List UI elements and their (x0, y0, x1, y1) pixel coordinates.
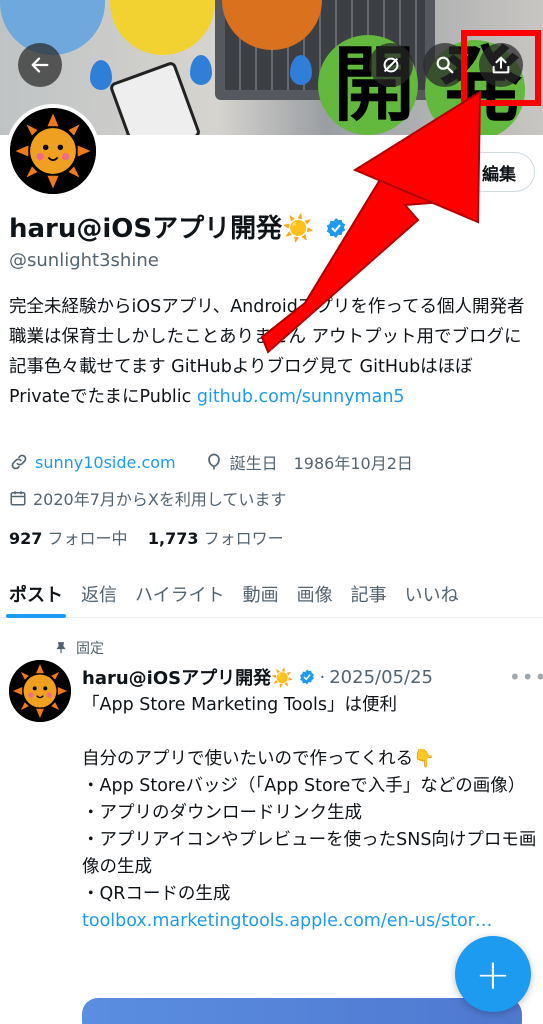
display-name: haru@iOSアプリ開発☀️ (9, 208, 348, 245)
tab-likes[interactable]: いいね (396, 570, 468, 618)
pin-icon (56, 642, 66, 654)
followers-link[interactable]: 1,773 フォロワー (148, 529, 284, 548)
profile-joined-row: 2020年7月からXを利用しています (9, 486, 286, 510)
profile-handle: @sunlight3shine (9, 250, 159, 271)
more-options-icon[interactable]: ••• (509, 665, 543, 689)
verified-badge-icon[interactable] (324, 216, 348, 240)
birthday-text: 誕生日 1986年10月2日 (229, 454, 413, 473)
post-link[interactable]: toolbox.marketingtools.apple.com/en-us/s… (82, 911, 492, 931)
profile-tabs: ポスト 返信 ハイライト 動画 画像 記事 いいね (0, 570, 543, 618)
profile-avatar[interactable] (6, 104, 100, 198)
tab-photos[interactable]: 画像 (288, 570, 342, 618)
verified-badge-icon (299, 669, 314, 685)
post-avatar[interactable] (9, 660, 71, 722)
profile-meta-row: sunny10side.com 誕生日 1986年10月2日 (9, 450, 413, 474)
sun-avatar-icon (9, 660, 71, 722)
tab-highlights[interactable]: ハイライト (126, 570, 234, 618)
pinned-label: 固定 (76, 641, 104, 657)
compose-button[interactable]: + (455, 936, 531, 1012)
tab-articles[interactable]: 記事 (342, 570, 396, 618)
banner-drop (290, 55, 312, 85)
post-author[interactable]: haru@iOSアプリ開発☀️ (82, 664, 294, 690)
bio-link[interactable]: github.com/sunnyman5 (197, 387, 405, 407)
post-body: 「App Store Marketing Tools」は便利 自分のアプリで使い… (82, 695, 537, 904)
grok-icon (383, 57, 399, 73)
banner-drop (90, 60, 112, 90)
search-icon (436, 56, 454, 74)
tab-videos[interactable]: 動画 (234, 570, 288, 618)
grok-button[interactable] (369, 43, 413, 87)
highlight-box (461, 30, 541, 106)
balloon-icon (207, 453, 220, 470)
profile-bio: 完全未経験からiOSアプリ、Androidアプリを作ってる個人開発者 職業は保育… (9, 292, 529, 412)
followers-count: 1,773 (147, 529, 199, 548)
sun-emoji: ☀️ (282, 214, 315, 244)
banner-circle-yellow (110, 0, 215, 55)
edit-profile-button[interactable]: 編集 (463, 152, 535, 192)
following-link[interactable]: 927 フォロー中 (9, 529, 128, 548)
tab-replies[interactable]: 返信 (72, 570, 126, 618)
post-header: haru@iOSアプリ開発☀️ · 2025/05/25 (82, 664, 433, 690)
joined-text: 2020年7月からXを利用しています (33, 490, 287, 509)
post-text: 「App Store Marketing Tools」は便利 自分のアプリで使い… (82, 692, 537, 935)
tab-posts[interactable]: ポスト (0, 570, 72, 618)
sun-avatar-icon (10, 108, 96, 194)
banner-drop (190, 55, 212, 85)
display-name-text: haru@iOSアプリ開発 (9, 214, 283, 244)
following-count: 927 (9, 529, 43, 548)
website-link[interactable]: sunny10side.com (35, 453, 176, 472)
calendar-icon (10, 491, 26, 506)
back-button[interactable] (18, 43, 62, 87)
link-icon (11, 454, 27, 470)
back-icon (31, 57, 49, 73)
following-label: フォロー中 (47, 529, 128, 548)
follow-stats: 927 フォロー中 1,773 フォロワー (9, 525, 284, 549)
post-date[interactable]: 2025/05/25 (329, 667, 433, 688)
followers-label: フォロワー (203, 529, 284, 548)
post-media[interactable] (82, 998, 522, 1024)
pinned-indicator: 固定 (54, 638, 104, 658)
banner-phone (108, 60, 202, 135)
